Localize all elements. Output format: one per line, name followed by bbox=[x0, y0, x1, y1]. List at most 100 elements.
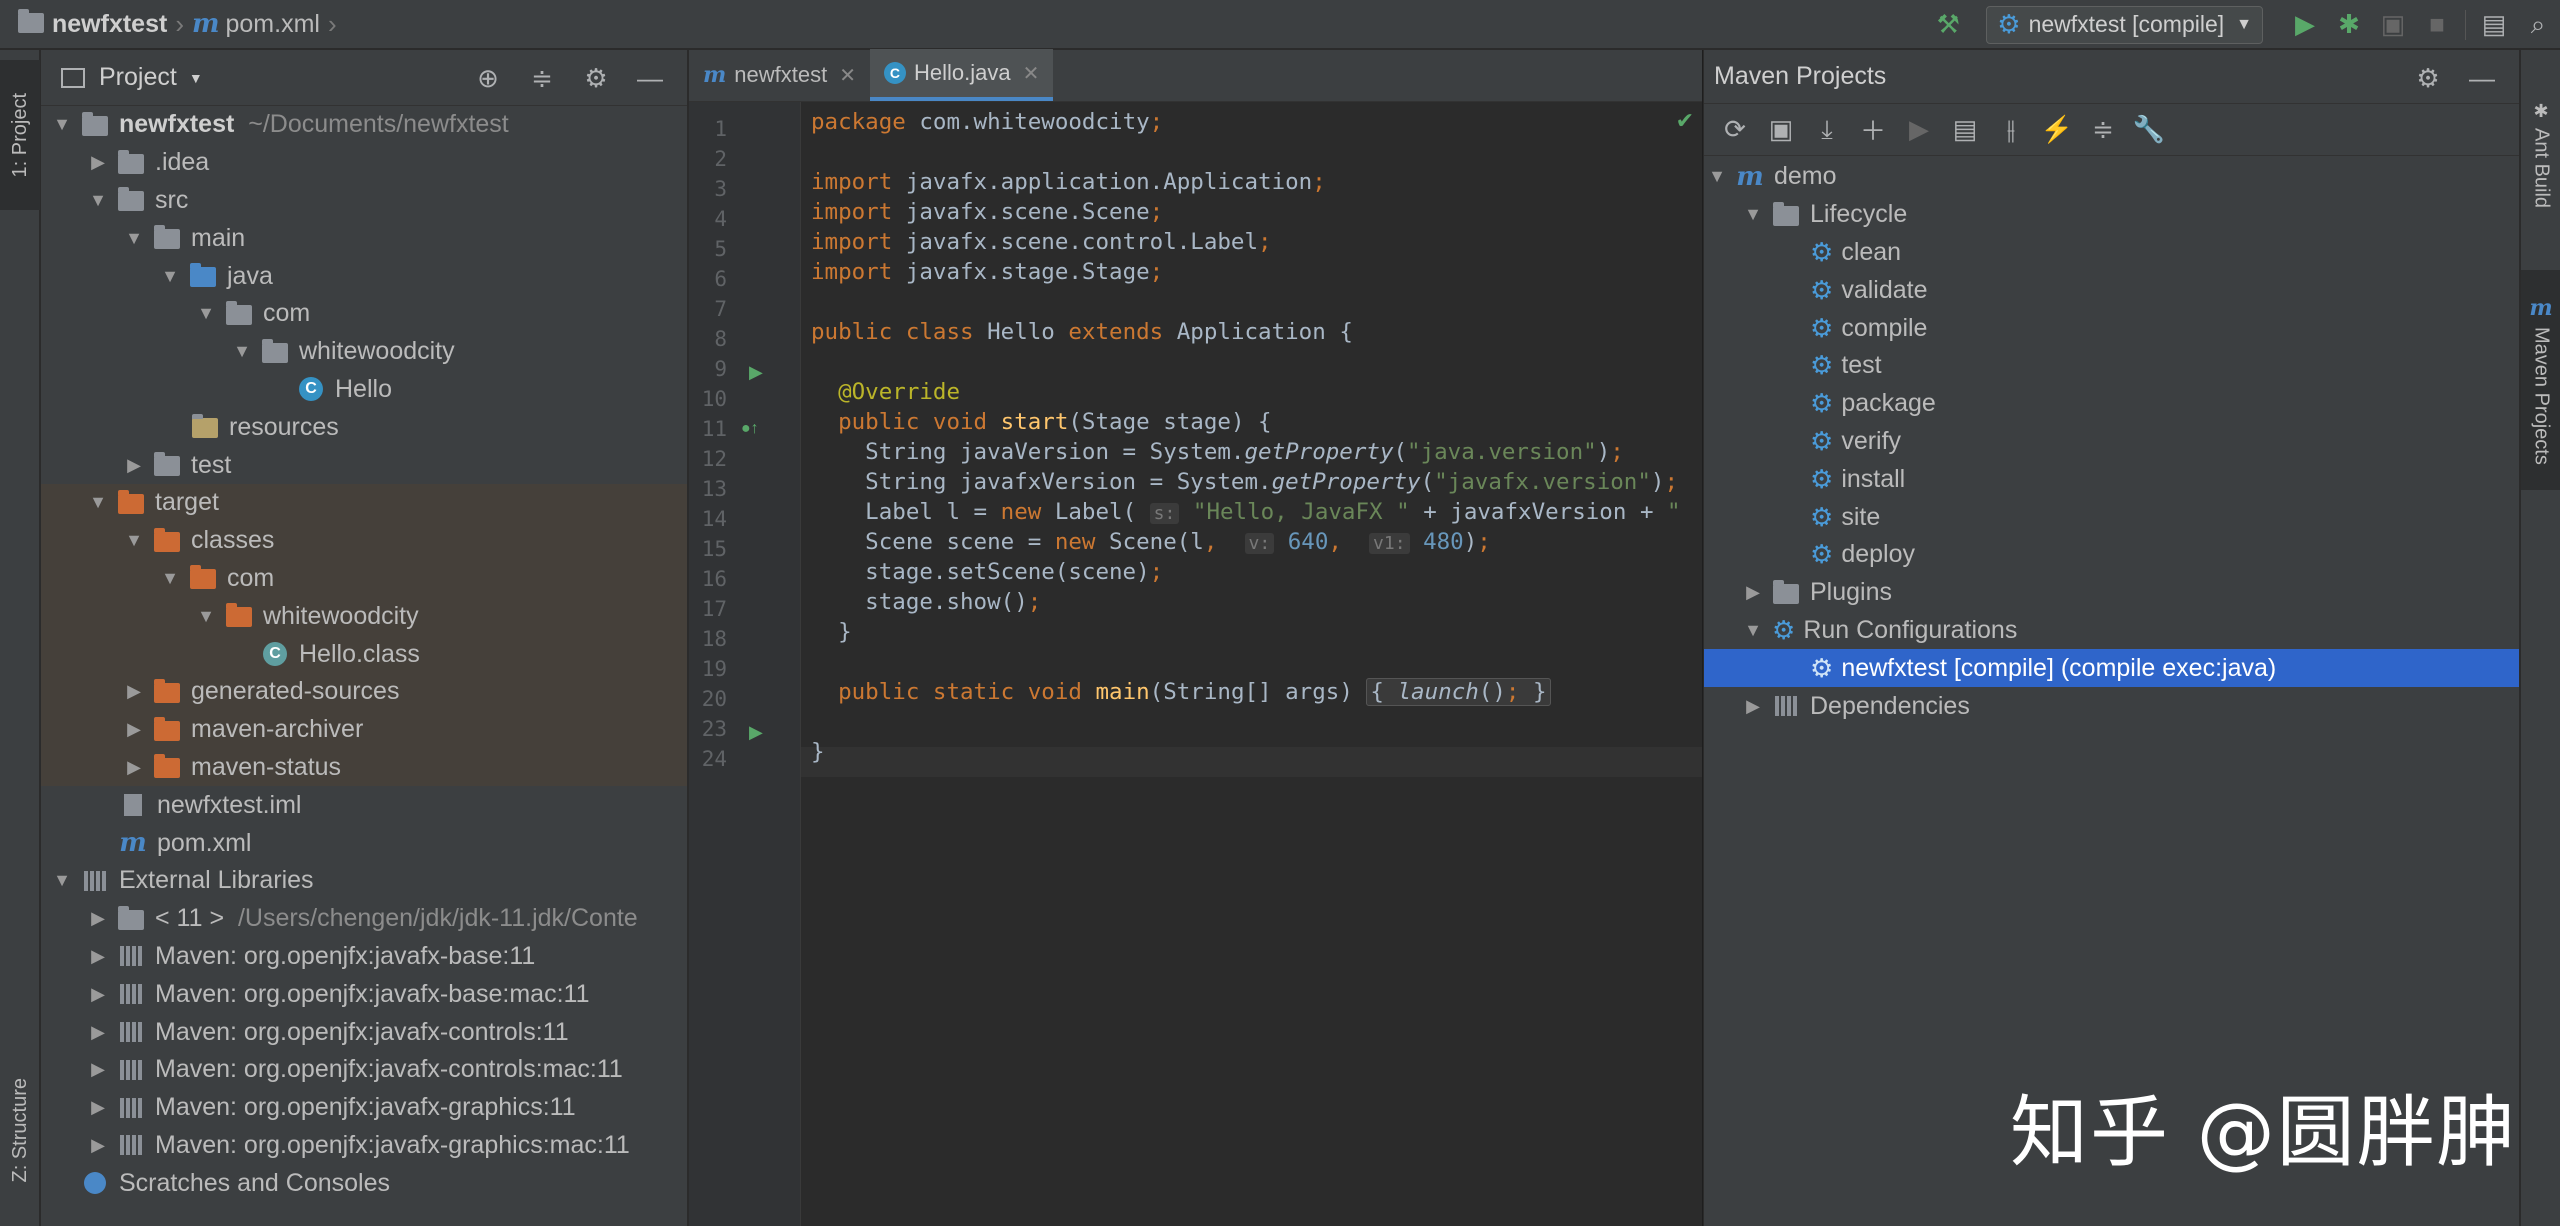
tree-node[interactable]: C Hello bbox=[41, 371, 687, 409]
goal-gear-icon: ⚙ bbox=[1810, 274, 1834, 305]
run-icon[interactable]: ▶ bbox=[1896, 114, 1942, 145]
breadcrumb: newfxtest › m pom.xml › bbox=[0, 0, 345, 49]
tree-node[interactable]: ⚙ clean bbox=[1704, 234, 2519, 272]
maven-projects-tab[interactable]: m Maven Projects bbox=[2521, 270, 2560, 490]
goal-gear-icon: ⚙ bbox=[1810, 312, 1834, 343]
java-class-icon: C bbox=[299, 377, 323, 402]
tree-node[interactable]: ▼ com bbox=[41, 559, 687, 598]
tree-node[interactable]: resources bbox=[41, 408, 687, 446]
tree-node[interactable]: ⚙ package bbox=[1704, 385, 2519, 423]
hide-panel-icon[interactable]: — bbox=[623, 63, 677, 94]
tree-node[interactable]: ▶ Maven: org.openjfx:javafx-graphics:mac:… bbox=[41, 1127, 687, 1165]
locate-icon[interactable]: ⊕ bbox=[461, 63, 515, 94]
project-structure-icon[interactable]: ▤ bbox=[2472, 3, 2516, 47]
maven-settings-wrench-icon[interactable]: 🔧 bbox=[2126, 114, 2172, 145]
tree-node[interactable]: ▶ Maven: org.openjfx:javafx-graphics:11 bbox=[41, 1089, 687, 1127]
goal-gear-icon: ⚙ bbox=[1810, 652, 1834, 683]
execute-goal-icon[interactable]: ▤ bbox=[1942, 114, 1988, 145]
tree-node[interactable]: ▼ whitewoodcity bbox=[41, 333, 687, 371]
tree-node[interactable]: ⚙ deploy bbox=[1704, 536, 2519, 574]
tree-node[interactable]: newfxtest.iml bbox=[41, 786, 687, 824]
run-gutter-icon[interactable]: ▶ bbox=[749, 722, 763, 743]
breadcrumb-project[interactable]: newfxtest bbox=[52, 10, 167, 39]
tree-node[interactable]: ⚙ site bbox=[1704, 498, 2519, 536]
watermark: 知乎 @圆胖胂 bbox=[2010, 1088, 2517, 1178]
tree-node[interactable]: ▼ src bbox=[41, 182, 687, 220]
tree-node[interactable]: ▼ target bbox=[41, 483, 687, 522]
run-gutter-icon[interactable]: ▶ bbox=[749, 362, 763, 383]
tree-node-selected[interactable]: ⚙ newfxtest [compile] (compile exec:java) bbox=[1704, 649, 2519, 688]
tree-node[interactable]: ⚙ validate bbox=[1704, 271, 2519, 309]
tree-node[interactable]: ▶ test bbox=[41, 446, 687, 484]
tab-hello-java[interactable]: C Hello.java ✕ bbox=[869, 49, 1054, 101]
coverage-icon[interactable]: ▣ bbox=[2371, 3, 2415, 47]
tree-node[interactable]: ▶ Dependencies bbox=[1704, 687, 2519, 725]
settings-gear-icon[interactable]: ⚙ bbox=[569, 63, 623, 94]
library-icon bbox=[120, 946, 142, 967]
tree-node[interactable]: ⚙ compile bbox=[1704, 309, 2519, 347]
library-icon bbox=[120, 1097, 142, 1118]
tree-node[interactable]: ▶ Maven: org.openjfx:javafx-base:11 bbox=[41, 938, 687, 976]
tree-node[interactable]: ▼ com bbox=[41, 295, 687, 333]
tree-node[interactable]: ▶ maven-status bbox=[41, 748, 687, 787]
tree-node[interactable]: m pom.xml bbox=[41, 824, 687, 862]
chevron-right-icon: › bbox=[327, 8, 337, 39]
tree-node[interactable]: ▶ generated-sources bbox=[41, 672, 687, 711]
library-icon bbox=[120, 1022, 142, 1043]
tree-node[interactable]: ▶ < 11 > /Users/chengen/jdk/jdk-11.jdk/Co… bbox=[41, 900, 687, 938]
tree-node[interactable]: ▼ External Libraries bbox=[41, 862, 687, 900]
run-configuration-select[interactable]: ⚙ newfxtest [compile] ▼ bbox=[1986, 5, 2263, 44]
download-icon[interactable]: ⤓ bbox=[1804, 114, 1850, 146]
generate-sources-icon[interactable]: ▣ bbox=[1758, 114, 1804, 145]
close-icon[interactable]: ✕ bbox=[839, 63, 856, 88]
collapse-all-icon[interactable]: ≑ bbox=[515, 63, 569, 94]
tree-node[interactable]: ▼ ⚙ Run Configurations bbox=[1704, 612, 2519, 650]
tree-node[interactable]: ▶ Maven: org.openjfx:javafx-base:mac:11 bbox=[41, 975, 687, 1013]
tree-node[interactable]: ▶ Plugins bbox=[1704, 574, 2519, 612]
tree-node[interactable]: ▼ newfxtest ~/Documents/newfxtest bbox=[41, 106, 687, 144]
tree-node[interactable]: ⚙ verify bbox=[1704, 423, 2519, 461]
project-tool-tab[interactable]: 1: Project bbox=[0, 60, 40, 210]
tree-node[interactable]: ▼ main bbox=[41, 219, 687, 257]
tree-node[interactable]: ▼ java bbox=[41, 257, 687, 295]
structure-tool-tab[interactable]: Z: Structure bbox=[0, 1040, 40, 1220]
debug-icon[interactable]: ✱ bbox=[2327, 3, 2371, 47]
toggle-offline-icon[interactable]: ⫲ bbox=[1988, 114, 2034, 146]
add-icon[interactable]: ＋ bbox=[1850, 111, 1896, 148]
search-icon[interactable]: ⌕ bbox=[2516, 3, 2560, 47]
run-icon[interactable]: ▶ bbox=[2283, 3, 2327, 47]
settings-gear-icon[interactable]: ⚙ bbox=[2401, 63, 2455, 94]
tree-node[interactable]: ▼ classes bbox=[41, 521, 687, 560]
code-editor[interactable]: package com.whitewoodcity; import javafx… bbox=[811, 102, 1702, 1226]
tree-node[interactable]: ⚙ test bbox=[1704, 347, 2519, 385]
tree-node[interactable]: ▼ m demo bbox=[1704, 158, 2519, 196]
reimport-icon[interactable]: ⟳ bbox=[1712, 114, 1758, 145]
tree-node[interactable]: ▼ whitewoodcity bbox=[41, 597, 687, 636]
tree-node[interactable]: ▶ Maven: org.openjfx:javafx-controls:11 bbox=[41, 1013, 687, 1051]
tree-node[interactable]: ▶ maven-archiver bbox=[41, 710, 687, 749]
tree-node[interactable]: ⚙ install bbox=[1704, 460, 2519, 498]
tab-newfxtest[interactable]: m newfxtest ✕ bbox=[689, 49, 870, 101]
breadcrumb-file[interactable]: pom.xml bbox=[226, 10, 320, 39]
override-gutter-icon[interactable]: ●↑ bbox=[741, 420, 759, 438]
gear-icon: ⚙ bbox=[1997, 9, 2021, 39]
toolbar-divider bbox=[2465, 9, 2466, 40]
maven-icon: m bbox=[2529, 295, 2553, 322]
left-tool-strip: 1: Project Z: Structure bbox=[0, 50, 40, 1226]
skip-tests-icon[interactable]: ⚡ bbox=[2034, 114, 2080, 145]
checkmark-icon: ✔ bbox=[1675, 108, 1694, 133]
tree-node[interactable]: Scratches and Consoles bbox=[41, 1164, 687, 1202]
collapse-all-icon[interactable]: ≑ bbox=[2080, 114, 2126, 145]
project-view-select[interactable]: Project bbox=[99, 63, 177, 92]
ant-build-tab[interactable]: ✱ Ant Build bbox=[2521, 60, 2560, 250]
tree-node[interactable]: ▶ Maven: org.openjfx:javafx-controls:mac:… bbox=[41, 1051, 687, 1089]
tree-node[interactable]: ▶ .idea bbox=[41, 144, 687, 182]
tree-node[interactable]: ▼ Lifecycle bbox=[1704, 196, 2519, 234]
dropdown-arrow-icon[interactable]: ▼ bbox=[189, 70, 203, 86]
tree-node[interactable]: C Hello.class bbox=[41, 635, 687, 673]
library-icon bbox=[120, 984, 142, 1005]
stop-icon[interactable]: ■ bbox=[2415, 3, 2459, 47]
build-hammer-icon[interactable]: ⚒ bbox=[1926, 3, 1970, 47]
hide-panel-icon[interactable]: — bbox=[2455, 63, 2509, 94]
close-icon[interactable]: ✕ bbox=[1023, 61, 1040, 86]
